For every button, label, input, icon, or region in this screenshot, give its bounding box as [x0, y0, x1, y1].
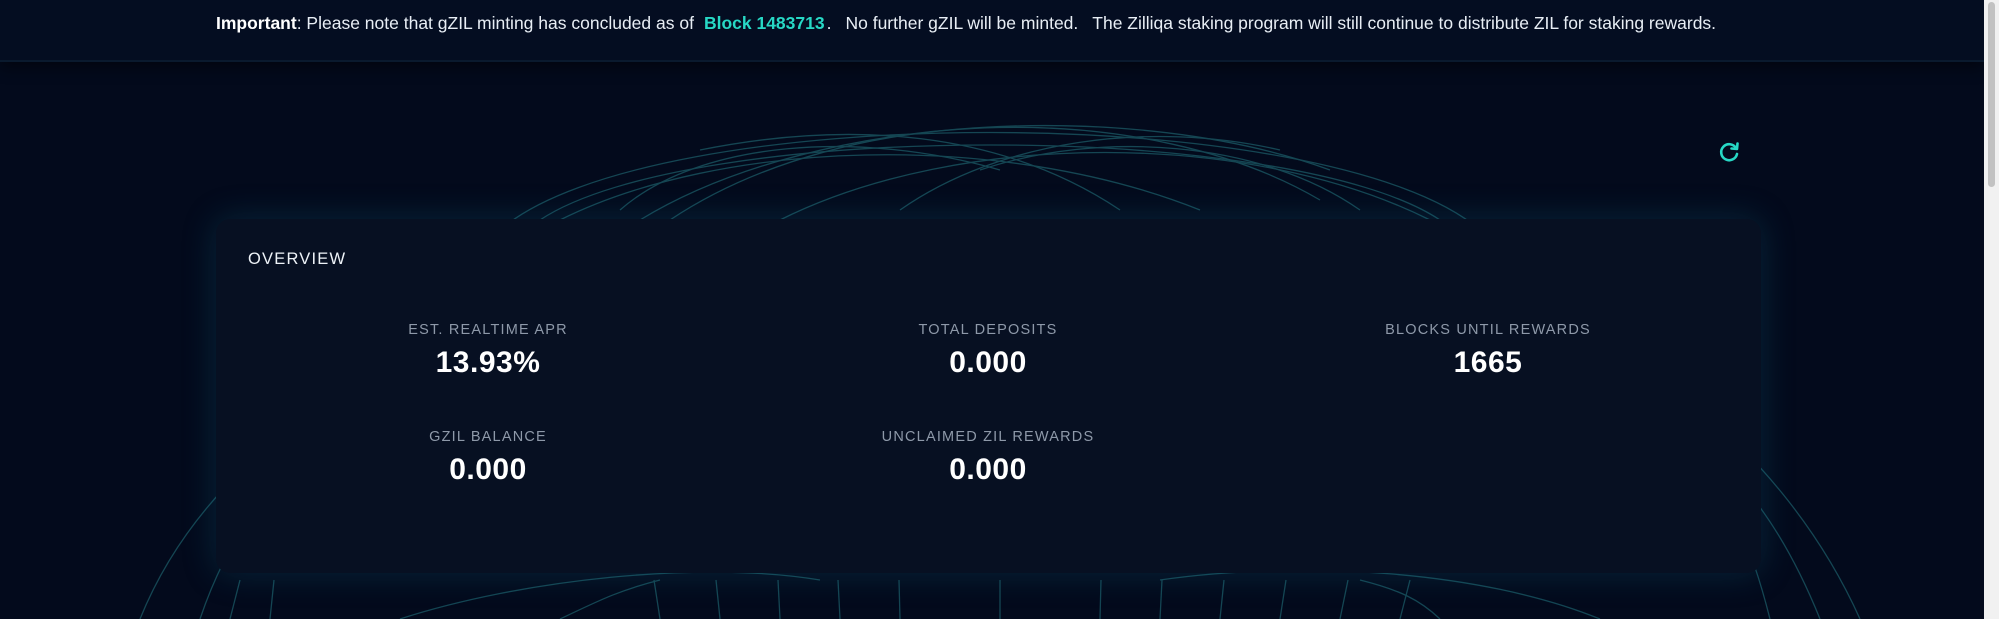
stat-value: 0.000: [949, 453, 1027, 486]
stat-gzil-balance: GZIL BALANCE 0.000: [338, 429, 638, 487]
overview-title: OVERVIEW: [248, 250, 347, 268]
stat-value: 1665: [1453, 346, 1523, 379]
stat-value: 0.000: [949, 346, 1027, 379]
stat-label: UNCLAIMED ZIL REWARDS: [881, 429, 1095, 445]
stat-value: 13.93%: [435, 346, 541, 379]
block-link[interactable]: Block 1483713: [704, 13, 825, 33]
stat-label: GZIL BALANCE: [429, 429, 547, 445]
announcement-banner: Important: Please note that gZIL minting…: [0, 0, 1984, 62]
stat-est-realtime-apr: EST. REALTIME APR 13.93%: [338, 322, 638, 380]
staking-continues-text: The Zilliqa staking program will still c…: [1092, 13, 1717, 33]
stat-label: BLOCKS UNTIL REWARDS: [1385, 322, 1591, 338]
announcement-text: Important: Please note that gZIL minting…: [216, 12, 1716, 34]
announcement-intro: : Please note that gZIL minting has conc…: [296, 13, 694, 33]
stat-blocks-until-rewards: BLOCKS UNTIL REWARDS 1665: [1338, 322, 1638, 380]
stat-label: EST. REALTIME APR: [408, 322, 568, 338]
scrollbar-thumb[interactable]: [1988, 2, 1995, 187]
refresh-icon: [1719, 142, 1739, 162]
stat-total-deposits: TOTAL DEPOSITS 0.000: [838, 322, 1138, 380]
refresh-button[interactable]: [1716, 140, 1742, 166]
page-scrollbar[interactable]: [1984, 0, 1999, 619]
announcement-period: .: [826, 13, 832, 33]
stat-unclaimed-zil-rewards: UNCLAIMED ZIL REWARDS 0.000: [838, 429, 1138, 487]
no-further-minting-text: No further gZIL will be minted.: [845, 13, 1079, 33]
overview-card: OVERVIEW EST. REALTIME APR 13.93% TOTAL …: [216, 219, 1761, 573]
stat-value: 0.000: [449, 453, 527, 486]
important-label: Important: [216, 13, 297, 33]
stat-label: TOTAL DEPOSITS: [918, 322, 1058, 338]
